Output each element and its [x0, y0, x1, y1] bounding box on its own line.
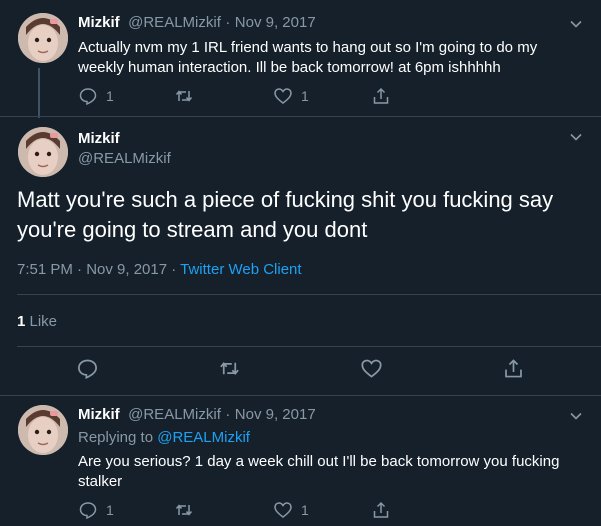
reply-count: 1 — [106, 88, 114, 104]
tweet-text-line: Actually nvm my 1 IRL friend wants to ha… — [78, 39, 538, 56]
like-count: 1 — [301, 88, 309, 104]
share-icon — [373, 87, 389, 104]
like-button[interactable] — [360, 357, 383, 380]
like-button[interactable]: 1 — [273, 86, 309, 106]
tweet-3[interactable]: Mizkif @REALMizkif · Nov 9, 2017 Replyin… — [0, 396, 601, 526]
replying-to-handle[interactable]: @REALMizkif — [157, 429, 250, 446]
tweet-text-line: stalker — [78, 473, 123, 490]
tweet-date[interactable]: Nov 9, 2017 — [235, 14, 316, 31]
author-name[interactable]: Mizkif — [78, 406, 120, 423]
share-button[interactable] — [371, 500, 391, 520]
tweet-2-focused[interactable]: Mizkif @REALMizkif Matt you're such a pi… — [0, 117, 601, 393]
share-button[interactable] — [502, 357, 525, 380]
retweet-icon — [175, 90, 193, 102]
reply-icon — [79, 502, 97, 520]
author-name[interactable]: Mizkif — [78, 130, 171, 147]
separator-dot: · — [225, 406, 231, 423]
reply-button[interactable]: 1 — [78, 86, 114, 106]
author-handle[interactable]: @REALMizkif — [78, 150, 171, 167]
tweet-text-line: Are you serious? 1 day a week chill out … — [78, 453, 560, 470]
share-icon — [505, 359, 522, 378]
reply-icon — [79, 88, 97, 106]
tweet-text-line: you're going to stream and you dont — [17, 217, 368, 242]
retweet-button[interactable] — [174, 500, 194, 520]
tweet-timestamp[interactable]: 7:51 PM · Nov 9, 2017 · — [17, 261, 180, 278]
avatar[interactable] — [18, 127, 68, 177]
author-handle[interactable]: @REALMizkif — [128, 14, 221, 31]
like-button[interactable]: 1 — [273, 500, 309, 520]
like-count: 1 — [301, 502, 309, 518]
thread-line — [38, 68, 40, 118]
retweet-icon — [175, 504, 193, 516]
like-icon — [274, 88, 292, 104]
retweet-icon — [220, 361, 239, 376]
tweet-date[interactable]: Nov 9, 2017 — [235, 406, 316, 423]
retweet-button[interactable] — [218, 357, 241, 380]
chevron-down-icon[interactable] — [569, 130, 583, 144]
divider — [17, 294, 601, 295]
reply-count: 1 — [106, 502, 114, 518]
share-icon — [373, 501, 389, 518]
chevron-down-icon[interactable] — [569, 17, 583, 31]
separator-dot: · — [225, 14, 231, 31]
likes-summary[interactable]: 1 Like — [17, 313, 57, 330]
reply-button[interactable] — [76, 357, 99, 380]
tweet-1[interactable]: Mizkif @REALMizkif · Nov 9, 2017 Actuall… — [0, 0, 601, 118]
likes-label: Like — [25, 313, 58, 330]
share-button[interactable] — [371, 86, 391, 106]
tweet-client[interactable]: Twitter Web Client — [180, 261, 301, 278]
chevron-down-icon[interactable] — [569, 409, 583, 423]
tweet-text-line: Matt you're such a piece of fucking shit… — [17, 187, 554, 212]
author-handle[interactable]: @REALMizkif — [128, 406, 221, 423]
retweet-button[interactable] — [174, 86, 194, 106]
avatar[interactable] — [18, 13, 68, 63]
replying-to-label: Replying to — [78, 429, 158, 446]
avatar[interactable] — [18, 405, 68, 455]
like-icon — [274, 502, 292, 518]
reply-icon — [78, 359, 97, 380]
reply-button[interactable]: 1 — [78, 500, 114, 520]
like-icon — [361, 359, 382, 378]
author-name[interactable]: Mizkif — [78, 14, 120, 31]
tweet-text-line: weekly human interaction. Ill be back to… — [78, 59, 501, 76]
divider — [17, 346, 601, 347]
